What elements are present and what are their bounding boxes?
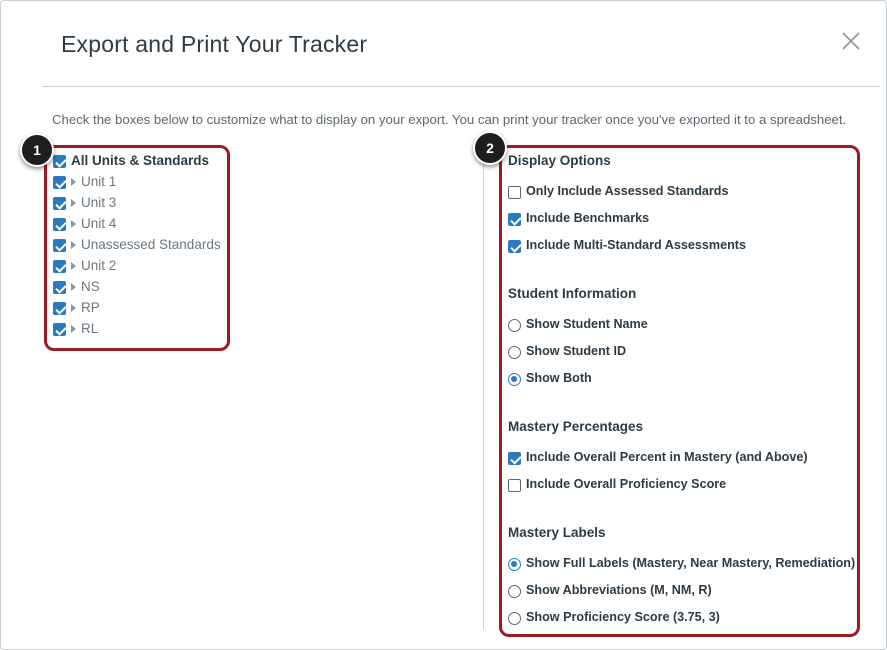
column-divider xyxy=(483,151,484,629)
dialog-title: Export and Print Your Tracker xyxy=(61,31,368,57)
close-icon[interactable] xyxy=(839,29,863,53)
export-dialog: Export and Print Your Tracker Check the … xyxy=(0,0,887,650)
highlight-box-units xyxy=(44,145,230,351)
highlight-box-options xyxy=(499,145,860,637)
callout-badge-1: 1 xyxy=(20,133,54,167)
callout-badge-2: 2 xyxy=(473,131,507,165)
instructions-text: Check the boxes below to customize what … xyxy=(52,112,847,127)
header-divider xyxy=(42,86,880,87)
